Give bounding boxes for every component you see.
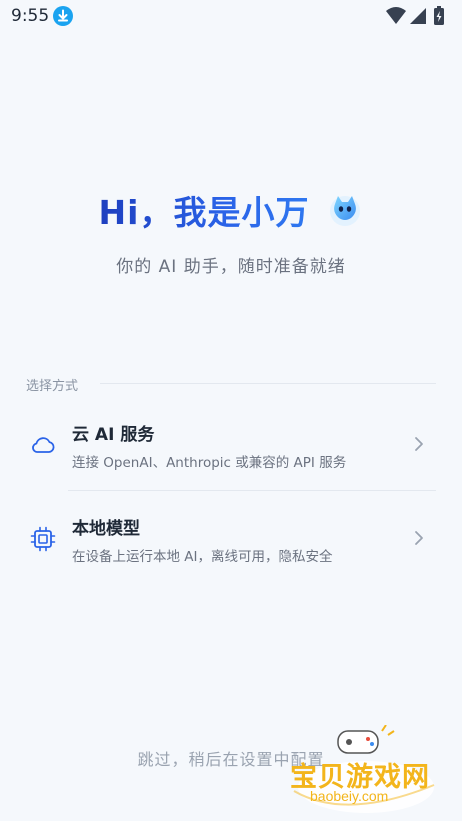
signal-icon <box>410 8 426 24</box>
option-title: 云 AI 服务 <box>72 425 155 445</box>
option-divider <box>68 490 436 491</box>
section-divider <box>100 383 436 384</box>
greeting-title: Hi，我是小万 <box>99 186 310 234</box>
chevron-right-icon <box>415 531 423 545</box>
watermark-url: baobeiy.com <box>310 788 389 804</box>
mascot-icon <box>330 196 361 226</box>
status-bar: 9:55 <box>0 0 462 34</box>
cloud-icon <box>32 437 55 453</box>
greeting-header: Hi，我是小万 <box>0 186 462 234</box>
wifi-icon <box>386 7 406 24</box>
greeting-subtitle: 你的 AI 助手，随时准备就绪 <box>116 257 346 277</box>
option-cloud-ai[interactable]: 云 AI 服务 连接 OpenAI、Anthropic 或兼容的 API 服务 <box>26 402 436 490</box>
option-description: 连接 OpenAI、Anthropic 或兼容的 API 服务 <box>72 455 347 471</box>
watermark-logo: 宝贝游戏网 baobeiy.com <box>286 725 436 817</box>
battery-icon <box>434 6 444 25</box>
option-title: 本地模型 <box>72 519 140 539</box>
download-notification-icon <box>53 6 73 26</box>
option-description: 在设备上运行本地 AI，离线可用，隐私安全 <box>72 549 333 565</box>
chip-icon <box>30 526 56 552</box>
section-label: 选择方式 <box>26 379 79 394</box>
status-time: 9:55 <box>11 6 50 26</box>
chevron-right-icon <box>415 437 423 451</box>
option-local-model[interactable]: 本地模型 在设备上运行本地 AI，离线可用，隐私安全 <box>26 496 436 584</box>
